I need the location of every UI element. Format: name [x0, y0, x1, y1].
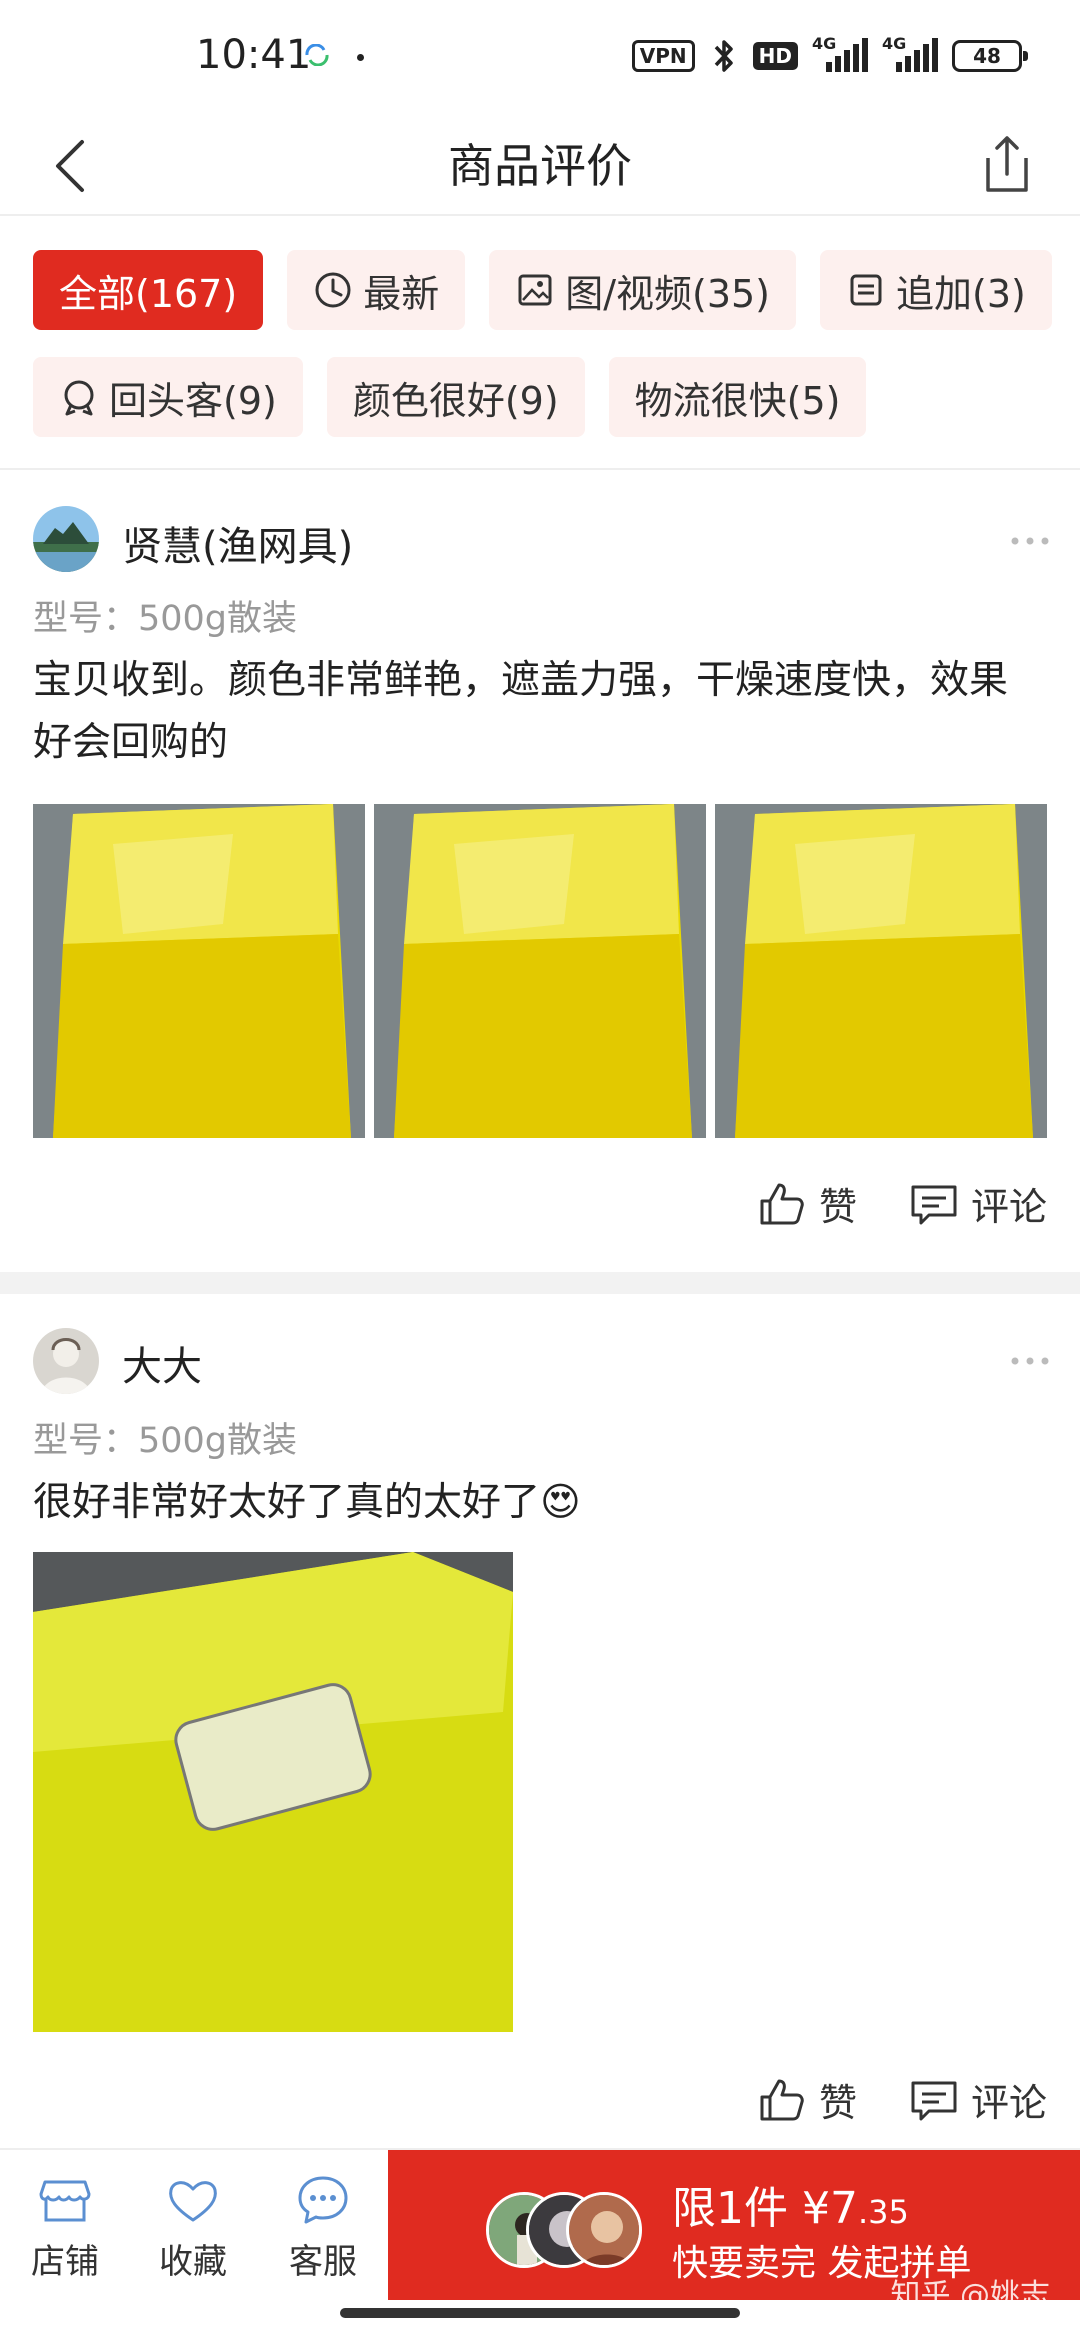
- notification-dot: [357, 54, 364, 61]
- shop-button[interactable]: 店铺: [10, 2172, 120, 2283]
- bluetooth-icon: [714, 40, 733, 72]
- filter-tag-label: 图/视频(35): [565, 271, 771, 316]
- store-icon: [39, 2180, 91, 2222]
- filter-tag-shipping[interactable]: 物流很快(5): [608, 357, 867, 437]
- like-button[interactable]: 赞: [757, 2072, 857, 2127]
- avatar[interactable]: [33, 1328, 99, 1394]
- page-title: 商品评价: [448, 139, 632, 193]
- chat-icon: [298, 2176, 348, 2224]
- review-actions: 赞 评论: [757, 2072, 1047, 2127]
- signal-icon-2: 4G: [882, 34, 938, 74]
- like-button[interactable]: 赞: [757, 1176, 857, 1231]
- nav-bar: 商品评价: [0, 110, 1080, 216]
- reviewer-name[interactable]: 大大: [122, 1334, 202, 1392]
- section-divider: [0, 1272, 1080, 1294]
- filter-tags: 全部(167) 最新 图/视频(35) 追加(3) 回头客(9) 颜色很好(9): [33, 250, 1053, 437]
- badge-icon: [64, 380, 94, 416]
- review-photos: [33, 1552, 513, 2032]
- review-card: 大大 型号：500g散装 很好非常好太好了真的太好了😍 赞 评论: [0, 1294, 1080, 2148]
- more-icon[interactable]: [1010, 536, 1050, 546]
- review-photo[interactable]: [374, 804, 706, 1138]
- filter-tag-label: 颜色很好(9): [352, 378, 559, 423]
- status-bar: 10:41 VPN HD 4G 4G 48: [0, 0, 1080, 110]
- price-main: 限1件 ¥7: [672, 2183, 858, 2234]
- review-card: 贤慧(渔网具) 型号：500g散装 宝贝收到。颜色非常鲜艳，遮盖力强，干燥速度快…: [0, 470, 1080, 1270]
- thumbs-up-icon: [760, 2079, 804, 2120]
- share-icon[interactable]: [976, 122, 1036, 202]
- battery-icon: 48: [952, 40, 1028, 72]
- comment-button[interactable]: 评论: [909, 1176, 1047, 1231]
- comment-label: 评论: [970, 2081, 1047, 2125]
- comment-icon: [911, 2081, 957, 2120]
- review-actions: 赞 评论: [757, 1176, 1047, 1231]
- filter-tag-latest[interactable]: 最新: [287, 250, 466, 330]
- reviewer-name[interactable]: 贤慧(渔网具): [122, 514, 353, 572]
- favorite-label: 收藏: [159, 2242, 227, 2282]
- comment-icon: [911, 1185, 957, 1224]
- product-model: 型号：500g散装: [33, 599, 298, 639]
- comment-button[interactable]: 评论: [909, 2072, 1047, 2127]
- like-label: 赞: [818, 2081, 857, 2125]
- review-photo[interactable]: [33, 804, 365, 1138]
- watermark: 知乎 @姚志: [890, 2278, 1050, 2313]
- sync-icon: [305, 44, 329, 66]
- limit-price: 限1件 ¥7.35: [672, 2172, 909, 2236]
- status-right: VPN HD 4G 4G 48: [631, 34, 1028, 76]
- filter-tag-label: 回头客(9): [109, 378, 277, 423]
- filter-tag-media[interactable]: 图/视频(35): [489, 250, 797, 330]
- heart-icon: [169, 2181, 217, 2222]
- thumbs-up-icon: [760, 1183, 804, 1224]
- filter-tag-label: 最新: [363, 271, 440, 316]
- buyer-avatars: [486, 2192, 646, 2272]
- signal-icon: 4G: [812, 34, 868, 74]
- note-icon: [850, 274, 882, 306]
- filter-tag-label: 全部(167): [59, 271, 238, 316]
- service-label: 客服: [289, 2242, 357, 2282]
- comment-label: 评论: [970, 1185, 1047, 1229]
- review-photos: [33, 804, 1047, 1138]
- review-text: 宝贝收到。颜色非常鲜艳，遮盖力强，干燥速度快，效果好会回购的: [33, 658, 1009, 765]
- favorite-button[interactable]: 收藏: [138, 2172, 248, 2283]
- vpn-badge: VPN: [631, 40, 695, 72]
- filter-tag-returning[interactable]: 回头客(9): [33, 357, 303, 437]
- filter-tag-all[interactable]: 全部(167): [33, 250, 264, 330]
- service-button[interactable]: 客服: [268, 2172, 378, 2283]
- clock-icon: [315, 272, 351, 308]
- review-photo[interactable]: [715, 804, 1047, 1138]
- more-icon[interactable]: [1010, 1356, 1050, 1366]
- price-cents: .35: [857, 2193, 909, 2231]
- product-model: 型号：500g散装: [33, 1421, 298, 1461]
- avatar[interactable]: [33, 506, 99, 572]
- home-indicator[interactable]: [340, 2308, 740, 2318]
- hd-badge: HD: [752, 42, 798, 70]
- like-label: 赞: [818, 1185, 857, 1229]
- review-text: 很好非常好太好了真的太好了😍: [33, 1480, 581, 1525]
- filter-tag-followup[interactable]: 追加(3): [820, 250, 1052, 330]
- avatar: [566, 2192, 642, 2268]
- shop-label: 店铺: [31, 2242, 99, 2282]
- filter-tag-color[interactable]: 颜色很好(9): [326, 357, 585, 437]
- status-time: 10:41: [196, 32, 312, 78]
- image-icon: [518, 274, 552, 306]
- filter-tag-label: 物流很快(5): [634, 378, 841, 423]
- filter-tag-label: 追加(3): [896, 271, 1026, 316]
- review-photo[interactable]: [33, 1552, 513, 2032]
